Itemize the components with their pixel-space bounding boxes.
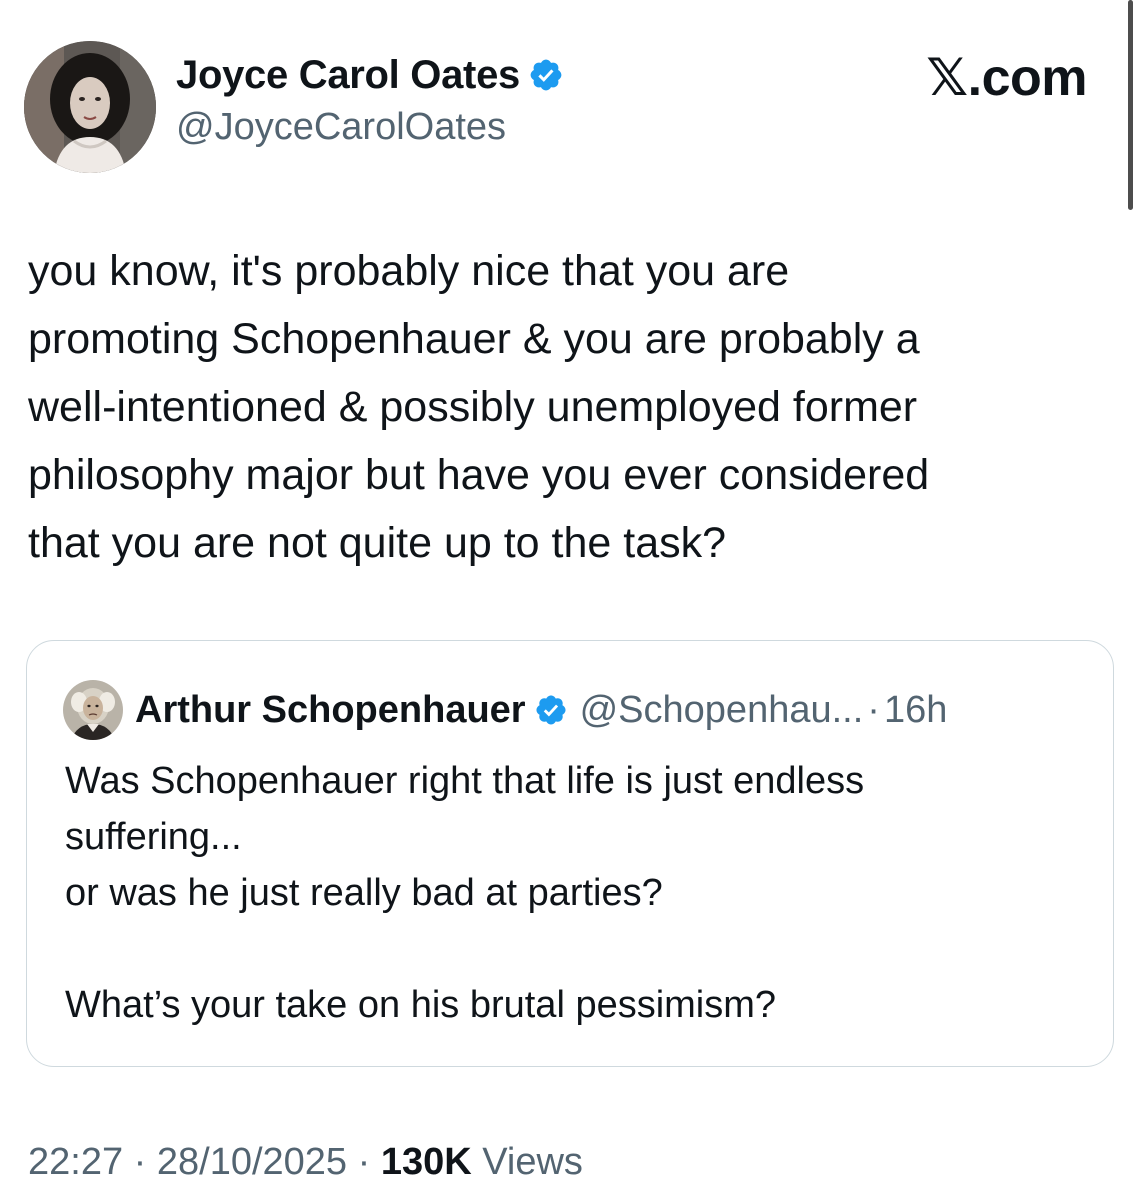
- author-handle[interactable]: @JoyceCarolOates: [176, 104, 506, 150]
- verified-badge-icon: [536, 695, 566, 725]
- quoted-author-handle[interactable]: @Schopenhau...: [580, 689, 864, 732]
- quoted-tweet-text: Was Schopenhauer right that life is just…: [65, 753, 1095, 1033]
- tweet-text-line: promoting Schopenhauer & you are probabl…: [28, 315, 920, 363]
- tweet-text-line: that you are not quite up to the task?: [28, 519, 727, 567]
- quoted-tweet-time[interactable]: 16h: [884, 689, 947, 732]
- tweet-text: you know, it's probably nice that you ar…: [28, 237, 1113, 577]
- separator-dot: ·: [867, 688, 880, 731]
- separator-dot: ·: [357, 1141, 371, 1183]
- scrollbar[interactable]: [1128, 0, 1133, 210]
- quoted-text-line: What’s your take on his brutal pessimism…: [65, 984, 777, 1026]
- views-count: 130K: [380, 1141, 472, 1183]
- tweet-meta: 22:27 · 28/10/2025 · 130K Views: [28, 1138, 583, 1186]
- verified-badge-icon: [530, 59, 562, 91]
- tweet-time[interactable]: 22:27: [28, 1141, 123, 1183]
- separator-dot: ·: [133, 1141, 147, 1183]
- tweet-text-line: well-intentioned & possibly unemployed f…: [28, 383, 918, 431]
- quoted-text-blank-line: [65, 921, 1095, 977]
- quoted-author-photo: [63, 680, 123, 740]
- site-label: 𝕏.com: [926, 49, 1087, 107]
- quoted-tweet-header: Arthur Schopenhauer @Schopenhau... · 16h: [63, 680, 947, 740]
- quoted-text-line: suffering...: [65, 816, 242, 858]
- author-name-row: Joyce Carol Oates: [176, 52, 564, 98]
- quoted-tweet-card[interactable]: Arthur Schopenhauer @Schopenhau... · 16h…: [26, 640, 1114, 1067]
- quoted-author-name[interactable]: Arthur Schopenhauer: [135, 689, 526, 732]
- author-avatar[interactable]: [24, 41, 156, 173]
- quoted-author-avatar[interactable]: [63, 680, 123, 740]
- views-label: Views: [482, 1141, 583, 1183]
- tweet-text-line: philosophy major but have you ever consi…: [28, 451, 930, 499]
- tweet-text-line: you know, it's probably nice that you ar…: [28, 247, 790, 295]
- author-name[interactable]: Joyce Carol Oates: [176, 52, 520, 98]
- author-photo: [24, 41, 156, 173]
- quoted-text-line: or was he just really bad at parties?: [65, 872, 663, 914]
- quoted-text-line: Was Schopenhauer right that life is just…: [65, 760, 865, 802]
- tweet-date[interactable]: 28/10/2025: [157, 1141, 347, 1183]
